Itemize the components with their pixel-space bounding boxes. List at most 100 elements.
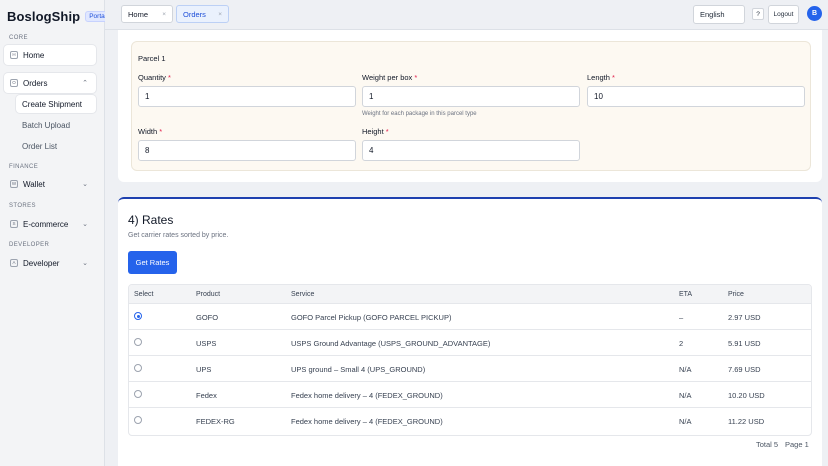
table-row[interactable]: Fedex Fedex home delivery – 4 (FEDEX_GRO… xyxy=(129,382,811,408)
sidebar-item-orders[interactable]: O Orders ⌃ xyxy=(4,73,96,93)
column-select: Select xyxy=(134,291,154,298)
sidebar-item-label: Orders xyxy=(23,78,48,88)
quantity-input[interactable]: 1 xyxy=(138,86,356,107)
logout-button[interactable]: Logout xyxy=(768,5,799,24)
product-cell: USPS xyxy=(196,339,217,348)
sidebar-item-home[interactable]: H Home xyxy=(4,45,96,65)
section-core-label: CORE xyxy=(9,35,28,41)
weight-label: Weight per box * xyxy=(362,73,417,82)
table-row[interactable]: USPS USPS Ground Advantage (USPS_GROUND_… xyxy=(129,330,811,356)
column-product: Product xyxy=(196,291,221,298)
eta-cell: N/A xyxy=(679,365,692,374)
close-icon[interactable]: × xyxy=(162,11,166,18)
quantity-label: Quantity * xyxy=(138,73,171,82)
price-cell: 5.91 USD xyxy=(728,339,761,348)
rate-radio[interactable] xyxy=(134,312,142,320)
sidebar-item-ecommerce[interactable]: S E-commerce ⌄ xyxy=(4,214,96,234)
close-icon[interactable]: × xyxy=(218,11,222,18)
tab-label: Orders xyxy=(183,9,206,19)
weight-input[interactable]: 1 xyxy=(362,86,580,107)
quantity-label-text: Quantity xyxy=(138,73,166,82)
price-cell: 7.69 USD xyxy=(728,365,761,374)
home-icon: H xyxy=(10,51,18,59)
rates-title: 4) Rates xyxy=(128,213,174,227)
width-input[interactable]: 8 xyxy=(138,140,356,161)
brand[interactable]: BoslogShip Portal xyxy=(7,9,111,24)
price-cell: 2.97 USD xyxy=(728,313,761,322)
avatar[interactable]: B xyxy=(807,6,822,21)
sidebar-item-wallet[interactable]: W Wallet ⌄ xyxy=(4,174,96,194)
section-stores-label: STORES xyxy=(9,203,36,209)
rates-subtitle: Get carrier rates sorted by price. xyxy=(128,232,229,239)
api-icon: A xyxy=(10,259,18,267)
height-label-text: Height xyxy=(362,127,384,136)
sidebar-item-label: Wallet xyxy=(23,179,45,189)
wallet-icon: W xyxy=(10,180,18,188)
height-label: Height * xyxy=(362,127,389,136)
required-mark: * xyxy=(414,73,418,82)
sidebar-item-label: E-commerce xyxy=(23,219,69,229)
eta-cell: 2 xyxy=(679,339,684,348)
length-label: Length * xyxy=(587,73,615,82)
parcel-card: Parcel 1 Quantity * 1 Weight per box * 1… xyxy=(131,41,811,171)
required-mark: * xyxy=(159,127,163,136)
service-cell: Fedex home delivery – 4 (FEDEX_GROUND) xyxy=(291,391,443,400)
product-cell: GOFO xyxy=(196,313,219,322)
table-row[interactable]: GOFO GOFO Parcel Pickup (GOFO PARCEL PIC… xyxy=(129,304,811,330)
rate-radio[interactable] xyxy=(134,364,142,372)
required-mark: * xyxy=(612,73,615,82)
required-mark: * xyxy=(385,127,389,136)
length-input[interactable]: 10 xyxy=(587,86,805,107)
section-finance-label: FINANCE xyxy=(9,164,39,170)
get-rates-button[interactable]: Get Rates xyxy=(128,251,177,274)
parcel-section: Parcel 1 Quantity * 1 Weight per box * 1… xyxy=(118,30,822,182)
brand-name: BoslogShip xyxy=(7,9,81,24)
tab-label: Home xyxy=(128,9,149,19)
total-count: Total 5 xyxy=(756,440,779,449)
chevron-down-icon: ⌄ xyxy=(82,260,88,267)
product-cell: FEDEX-RG xyxy=(196,417,235,426)
rate-radio[interactable] xyxy=(134,416,142,424)
product-cell: Fedex xyxy=(196,391,217,400)
orders-icon: O xyxy=(10,79,18,87)
store-icon: S xyxy=(10,220,18,228)
table-header: Select Product Service ETA Price xyxy=(129,285,811,304)
table-row[interactable]: FEDEX-RG Fedex home delivery – 4 (FEDEX_… xyxy=(129,408,811,434)
rate-radio[interactable] xyxy=(134,338,142,346)
page-indicator[interactable]: Page 1 xyxy=(785,440,809,449)
eta-cell: N/A xyxy=(679,417,692,426)
weight-label-text: Weight per box xyxy=(362,73,413,82)
service-cell: Fedex home delivery – 4 (FEDEX_GROUND) xyxy=(291,417,443,426)
eta-cell: – xyxy=(679,313,684,322)
topbar: Home × Orders × English ? Logout B xyxy=(105,0,828,30)
chevron-down-icon: ⌄ xyxy=(82,221,88,228)
sidebar-item-developer[interactable]: A Developer ⌄ xyxy=(4,253,96,273)
sidebar: BoslogShip Portal CORE H Home O Orders ⌃… xyxy=(0,0,111,466)
tab-home[interactable]: Home × xyxy=(121,5,173,23)
sidebar-item-batch-upload[interactable]: Batch Upload xyxy=(16,116,96,134)
parcel-title: Parcel 1 xyxy=(138,54,166,63)
column-service: Service xyxy=(291,291,315,298)
chevron-up-icon: ⌃ xyxy=(82,80,88,87)
section-developer-label: DEVELOPER xyxy=(9,242,50,248)
sidebar-item-order-list[interactable]: Order List xyxy=(16,137,96,155)
service-cell: GOFO Parcel Pickup (GOFO PARCEL PICKUP) xyxy=(291,313,452,322)
product-cell: UPS xyxy=(196,365,212,374)
language-select[interactable]: English xyxy=(693,5,745,24)
chevron-down-icon: ⌄ xyxy=(82,181,88,188)
height-input[interactable]: 4 xyxy=(362,140,580,161)
service-cell: USPS Ground Advantage (USPS_GROUND_ADVAN… xyxy=(291,339,491,348)
sidebar-item-label: Home xyxy=(23,50,45,60)
column-price: Price xyxy=(728,291,744,298)
rate-radio[interactable] xyxy=(134,390,142,398)
width-label-text: Width xyxy=(138,127,158,136)
width-label: Width * xyxy=(138,127,162,136)
sidebar-item-label: Developer xyxy=(23,258,60,268)
table-row[interactable]: UPS UPS ground – Small 4 (UPS_GROUND) N/… xyxy=(129,356,811,382)
length-label-text: Length xyxy=(587,73,610,82)
help-button[interactable]: ? xyxy=(752,8,764,20)
column-eta: ETA xyxy=(679,291,693,298)
tab-orders[interactable]: Orders × xyxy=(176,5,229,23)
rates-table: Select Product Service ETA Price GOFO GO… xyxy=(128,284,812,436)
sidebar-item-create-shipment[interactable]: Create Shipment xyxy=(16,95,96,113)
